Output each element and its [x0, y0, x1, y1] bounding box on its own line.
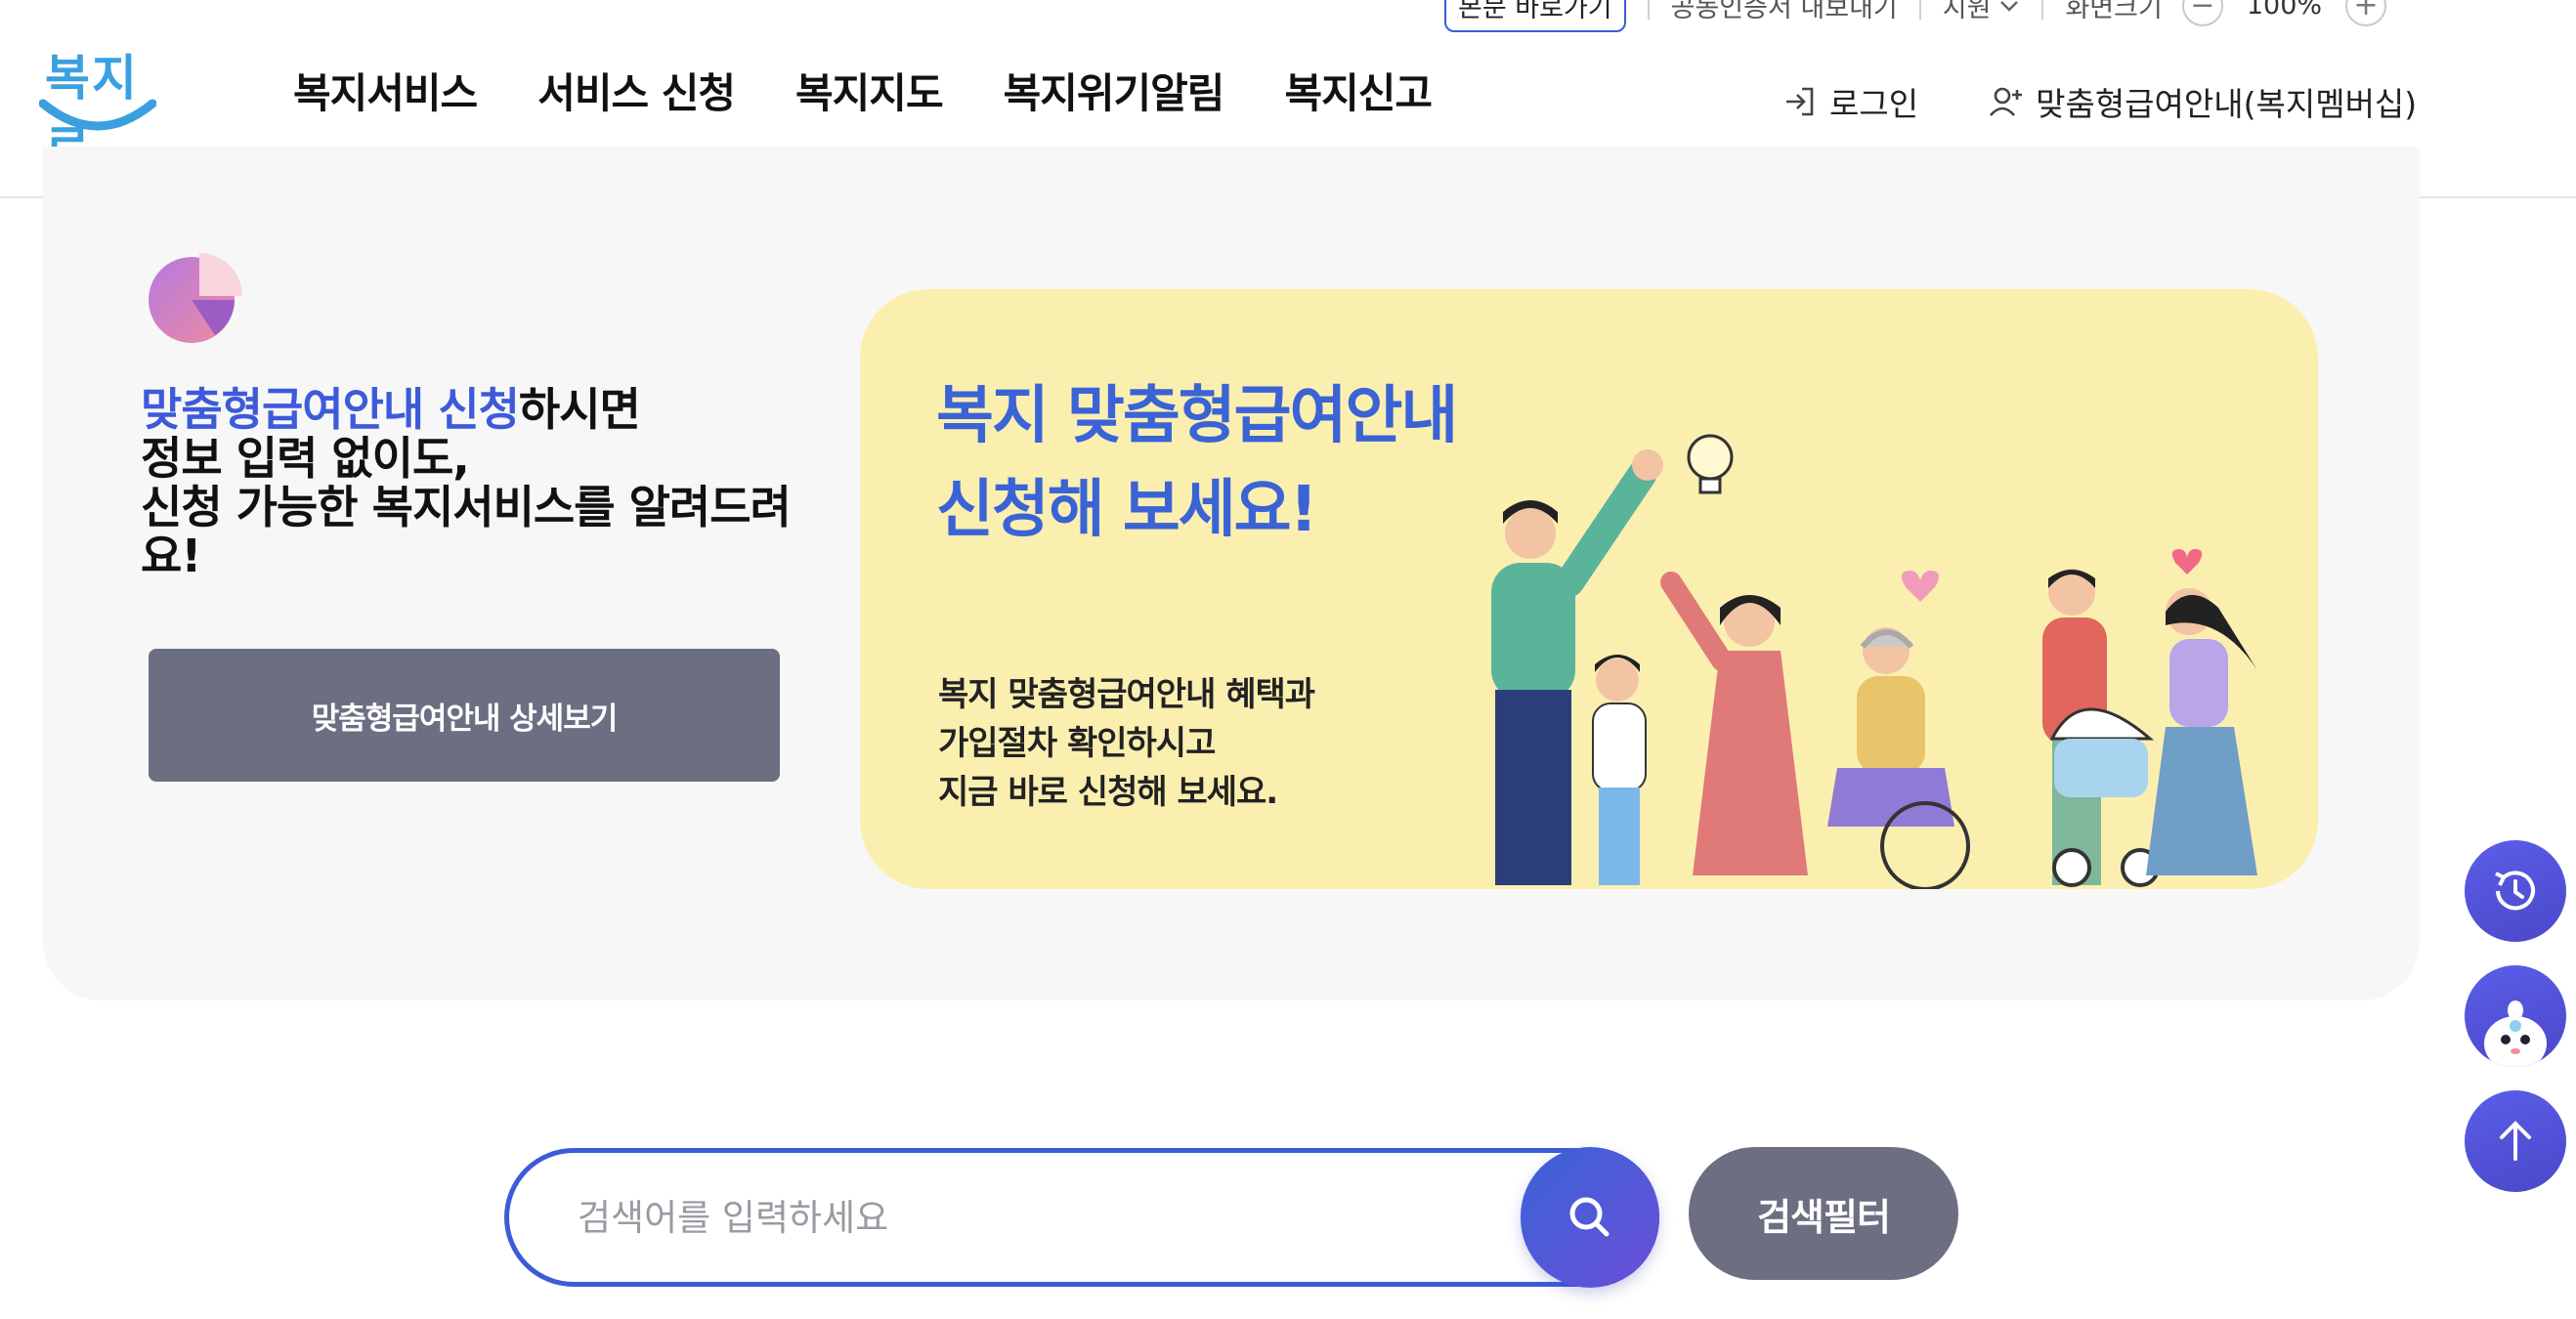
promo-headline-rest: 하시면	[518, 383, 641, 436]
card-sub-line-2: 가입절차 확인하시고	[938, 724, 1216, 763]
zoom-value: 100%	[2246, 0, 2323, 21]
main-nav: 복지서비스 서비스 신청 복지지도 복지위기알림 복지신고	[293, 61, 1433, 120]
nav-crisis-alert[interactable]: 복지위기알림	[1004, 61, 1225, 120]
search-button[interactable]	[1521, 1147, 1659, 1288]
promo-line-3: 신청 가능한 복지서비스를 알려드려요!	[141, 481, 792, 582]
card-sub-line-3: 지금 바로 신청해 보세요.	[938, 773, 1278, 812]
search-input[interactable]	[578, 1153, 1516, 1282]
membership-link[interactable]: 맞춤형급여안내(복지멤버십)	[1989, 78, 2417, 125]
nav-service-apply[interactable]: 서비스 신청	[537, 61, 736, 120]
search-icon	[1569, 1197, 1610, 1237]
membership-label: 맞춤형급여안내(복지멤버십)	[2036, 85, 2418, 123]
divider	[1918, 0, 1921, 20]
promo-headline: 맞춤형급여안내 신청하시면 정보 입력 없이도, 신청 가능한 복지서비스를 알…	[141, 385, 805, 580]
nav-welfare-report[interactable]: 복지신고	[1284, 61, 1433, 120]
divider	[2041, 0, 2044, 20]
site-logo[interactable]: 복지로	[39, 39, 166, 177]
language-label: 지원	[1942, 0, 1992, 23]
utility-bar: 본문 바로가기 공동인증서 내보내기 지원 화면크기 − 100% +	[1444, 0, 2387, 32]
promo-line-2: 정보 입력 없이도,	[141, 432, 470, 485]
detail-view-button[interactable]: 맞춤형급여안내 상세보기	[149, 649, 780, 782]
account-links: 로그인 맞춤형급여안내(복지멤버십)	[1782, 78, 2417, 125]
scroll-top-button[interactable]	[2465, 1090, 2566, 1192]
search-box	[504, 1148, 1659, 1287]
chatbot-icon	[2484, 1000, 2547, 1067]
zoom-label: 화면크기	[2065, 0, 2163, 23]
chatbot-button[interactable]	[2465, 965, 2566, 1067]
skip-to-content-link[interactable]: 본문 바로가기	[1444, 0, 1626, 32]
history-icon	[2495, 871, 2535, 911]
cert-export-link[interactable]: 공동인증서 내보내기	[1671, 0, 1898, 24]
card-subtitle: 복지 맞춤형급여안내 혜택과 가입절차 확인하시고 지금 바로 신청해 보세요.	[938, 670, 1315, 817]
zoom-in-button[interactable]: +	[2345, 0, 2387, 26]
arrow-up-icon	[2500, 1121, 2531, 1161]
nav-welfare-map[interactable]: 복지지도	[795, 61, 944, 120]
login-link[interactable]: 로그인	[1782, 78, 1918, 125]
card-title-line-2: 신청해 보세요!	[936, 474, 1318, 546]
family-illustration	[1491, 434, 2257, 889]
pie-chart-icon	[149, 253, 242, 343]
promo-highlight: 맞춤형급여안내 신청	[141, 383, 520, 436]
zoom-out-button[interactable]: −	[2181, 0, 2223, 26]
login-icon	[1786, 87, 1814, 116]
search-filter-button[interactable]: 검색필터	[1689, 1147, 1958, 1280]
divider	[1647, 0, 1650, 20]
promo-card[interactable]: 복지 맞춤형급여안내 신청해 보세요! 복지 맞춤형급여안내 혜택과 가입절차 …	[860, 289, 2318, 889]
card-sub-line-1: 복지 맞춤형급여안내 혜택과	[938, 675, 1315, 714]
login-label: 로그인	[1829, 85, 1919, 123]
language-select[interactable]: 지원	[1943, 0, 2021, 24]
logo-smile-icon	[39, 99, 156, 131]
recent-history-button[interactable]	[2465, 840, 2566, 942]
nav-welfare-services[interactable]: 복지서비스	[293, 61, 478, 120]
user-add-icon	[1990, 87, 2023, 116]
chevron-down-icon	[2000, 0, 2019, 12]
